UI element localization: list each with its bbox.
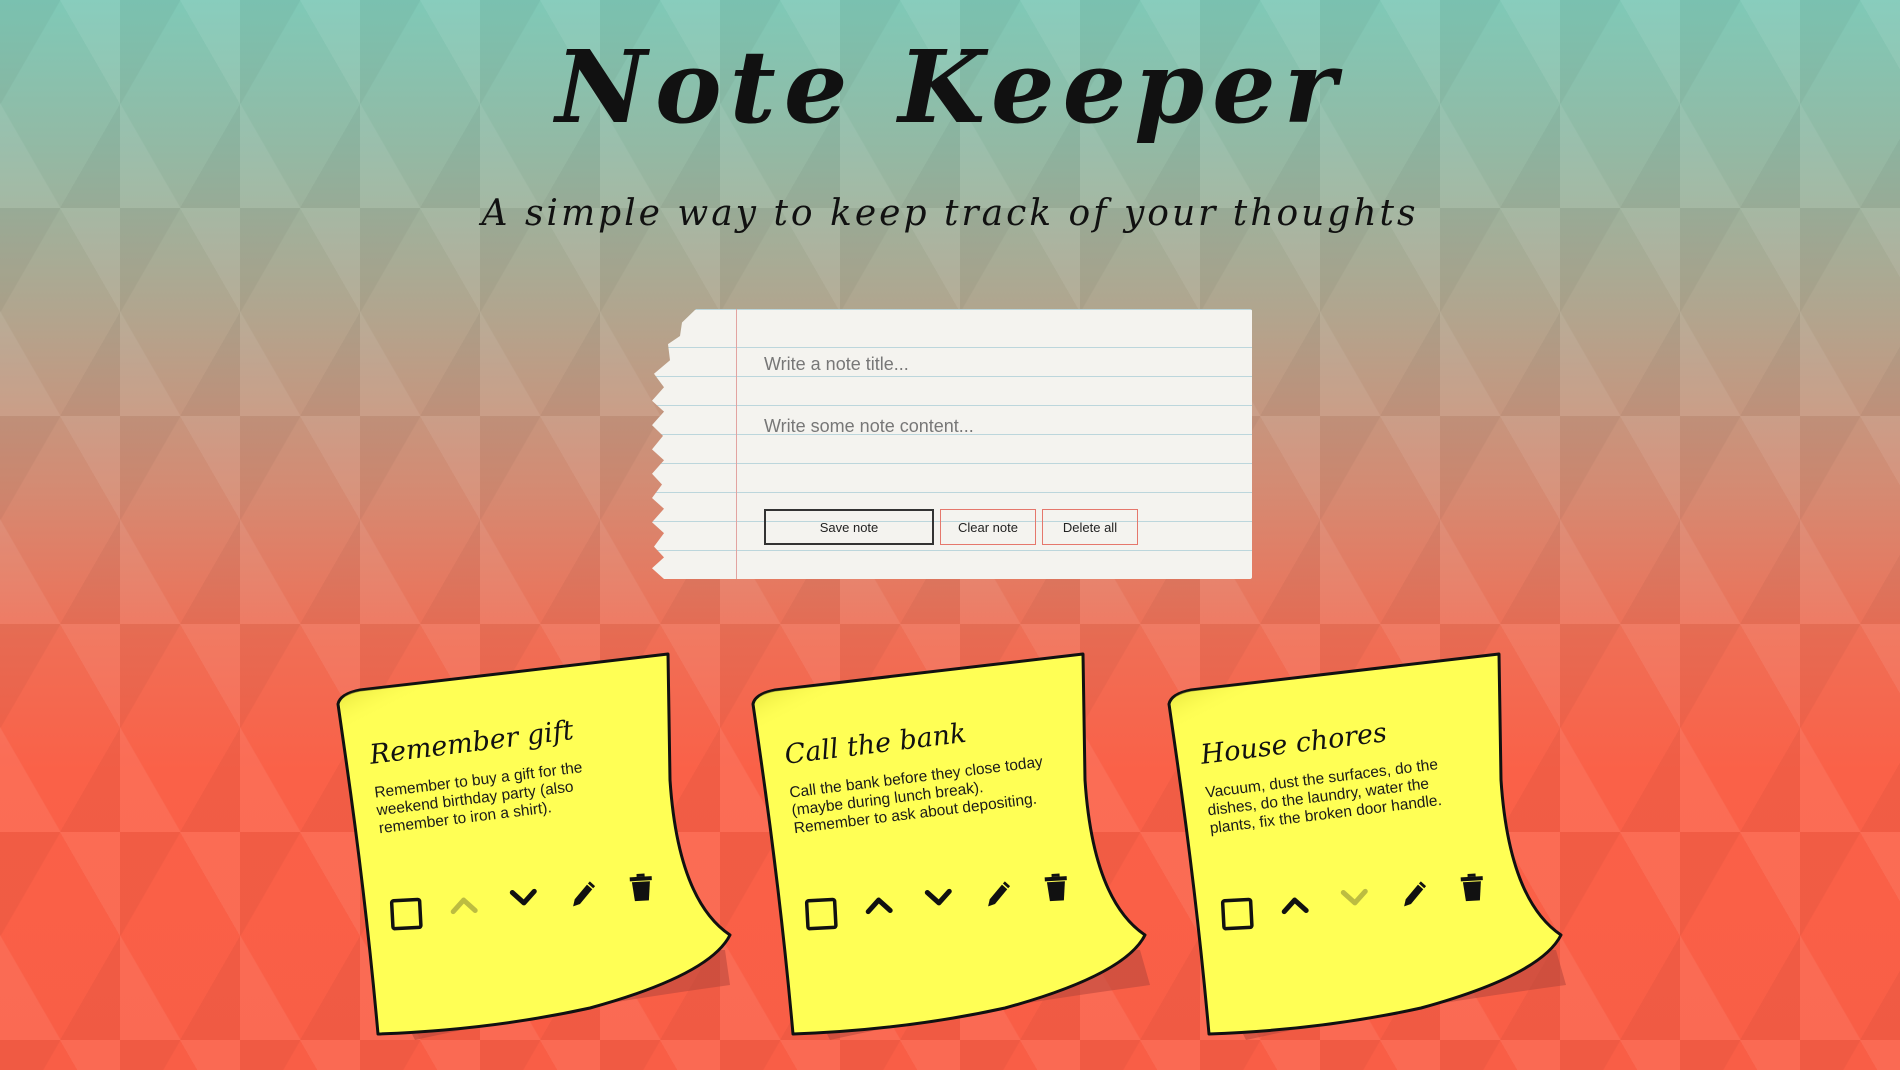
- note-content-input[interactable]: [762, 411, 1226, 441]
- square-checkbox-icon[interactable]: [388, 896, 424, 932]
- delete-all-button[interactable]: Delete all: [1042, 509, 1138, 545]
- square-checkbox-icon[interactable]: [1219, 896, 1255, 932]
- note-title-input[interactable]: [762, 349, 1226, 379]
- page-title: Note Keeper: [555, 28, 1345, 146]
- chevron-up-icon[interactable]: [448, 893, 479, 917]
- trash-icon[interactable]: [1458, 872, 1486, 903]
- chevron-down-icon[interactable]: [508, 886, 539, 910]
- note-form: Save note Clear note Delete all: [652, 309, 1252, 579]
- sticky-note: Call the bank Call the bank before they …: [745, 650, 1155, 1040]
- clear-note-button[interactable]: Clear note: [940, 509, 1036, 545]
- sticky-note: House chores Vacuum, dust the surfaces, …: [1161, 650, 1571, 1040]
- paper-margin-line: [736, 309, 737, 579]
- pencil-icon[interactable]: [568, 879, 598, 910]
- trash-icon[interactable]: [627, 872, 655, 903]
- page-subtitle: A simple way to keep track of your thoug…: [481, 193, 1419, 234]
- save-note-button[interactable]: Save note: [764, 509, 934, 545]
- sticky-note-paper: [1167, 652, 1566, 1040]
- sticky-note-paper: [751, 652, 1150, 1040]
- sticky-note-paper: [336, 652, 732, 1040]
- sticky-note: Remember gift Remember to buy a gift for…: [330, 650, 740, 1040]
- chevron-up-icon[interactable]: [863, 893, 894, 917]
- square-checkbox-icon[interactable]: [803, 896, 839, 932]
- chevron-down-icon[interactable]: [923, 886, 954, 910]
- chevron-down-icon[interactable]: [1339, 886, 1370, 910]
- pencil-icon[interactable]: [1399, 879, 1429, 910]
- trash-icon[interactable]: [1042, 872, 1070, 903]
- chevron-up-icon[interactable]: [1279, 893, 1310, 917]
- pencil-icon[interactable]: [983, 879, 1013, 910]
